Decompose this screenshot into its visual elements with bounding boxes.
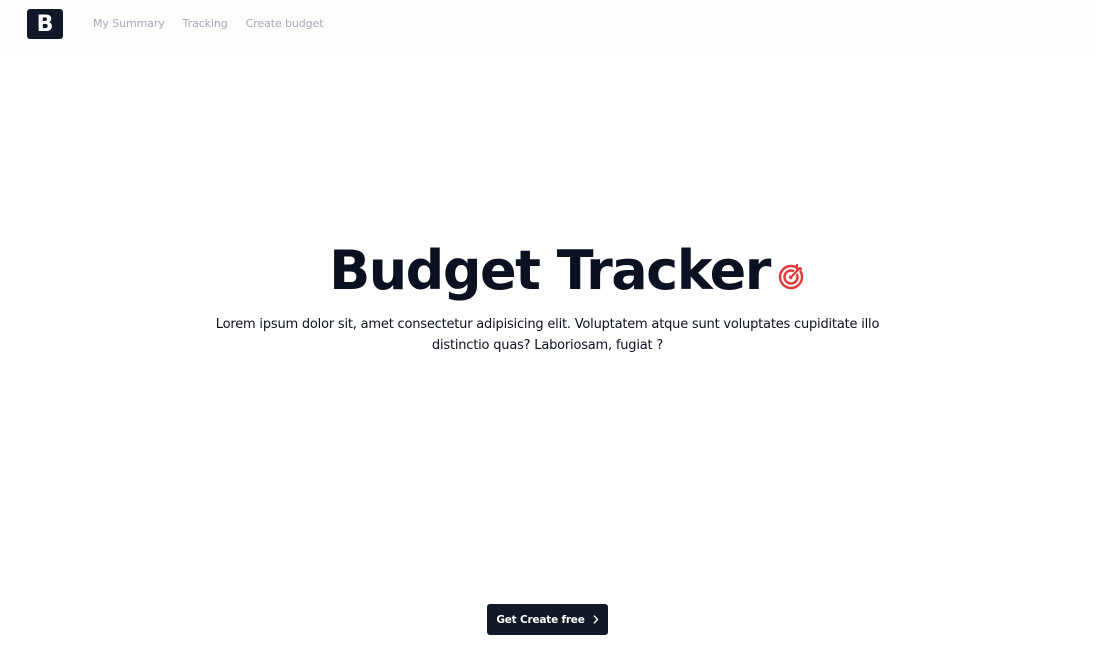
- brand-logo[interactable]: B: [27, 9, 63, 39]
- logo-letter: B: [36, 11, 54, 37]
- page: B My Summary Tracking Create budget Budg…: [0, 0, 1095, 654]
- get-create-free-button[interactable]: Get Create free: [487, 604, 608, 635]
- nav-link-tracking[interactable]: Tracking: [183, 17, 228, 30]
- top-navbar: B My Summary Tracking Create budget: [0, 0, 1095, 50]
- hero-description: Lorem ipsum dolor sit, amet consectetur …: [215, 317, 880, 353]
- hero-title-row: Budget Tracker: [0, 238, 1095, 304]
- nav-link-my-summary[interactable]: My Summary: [93, 17, 165, 30]
- target-arrow-icon: [778, 263, 804, 290]
- chevron-right-icon: [593, 615, 598, 624]
- nav-link-create-budget[interactable]: Create budget: [246, 17, 324, 30]
- cta-label: Get Create free: [496, 613, 585, 626]
- main-nav: My Summary Tracking Create budget: [93, 17, 341, 30]
- hero-title: Budget Tracker: [329, 239, 771, 302]
